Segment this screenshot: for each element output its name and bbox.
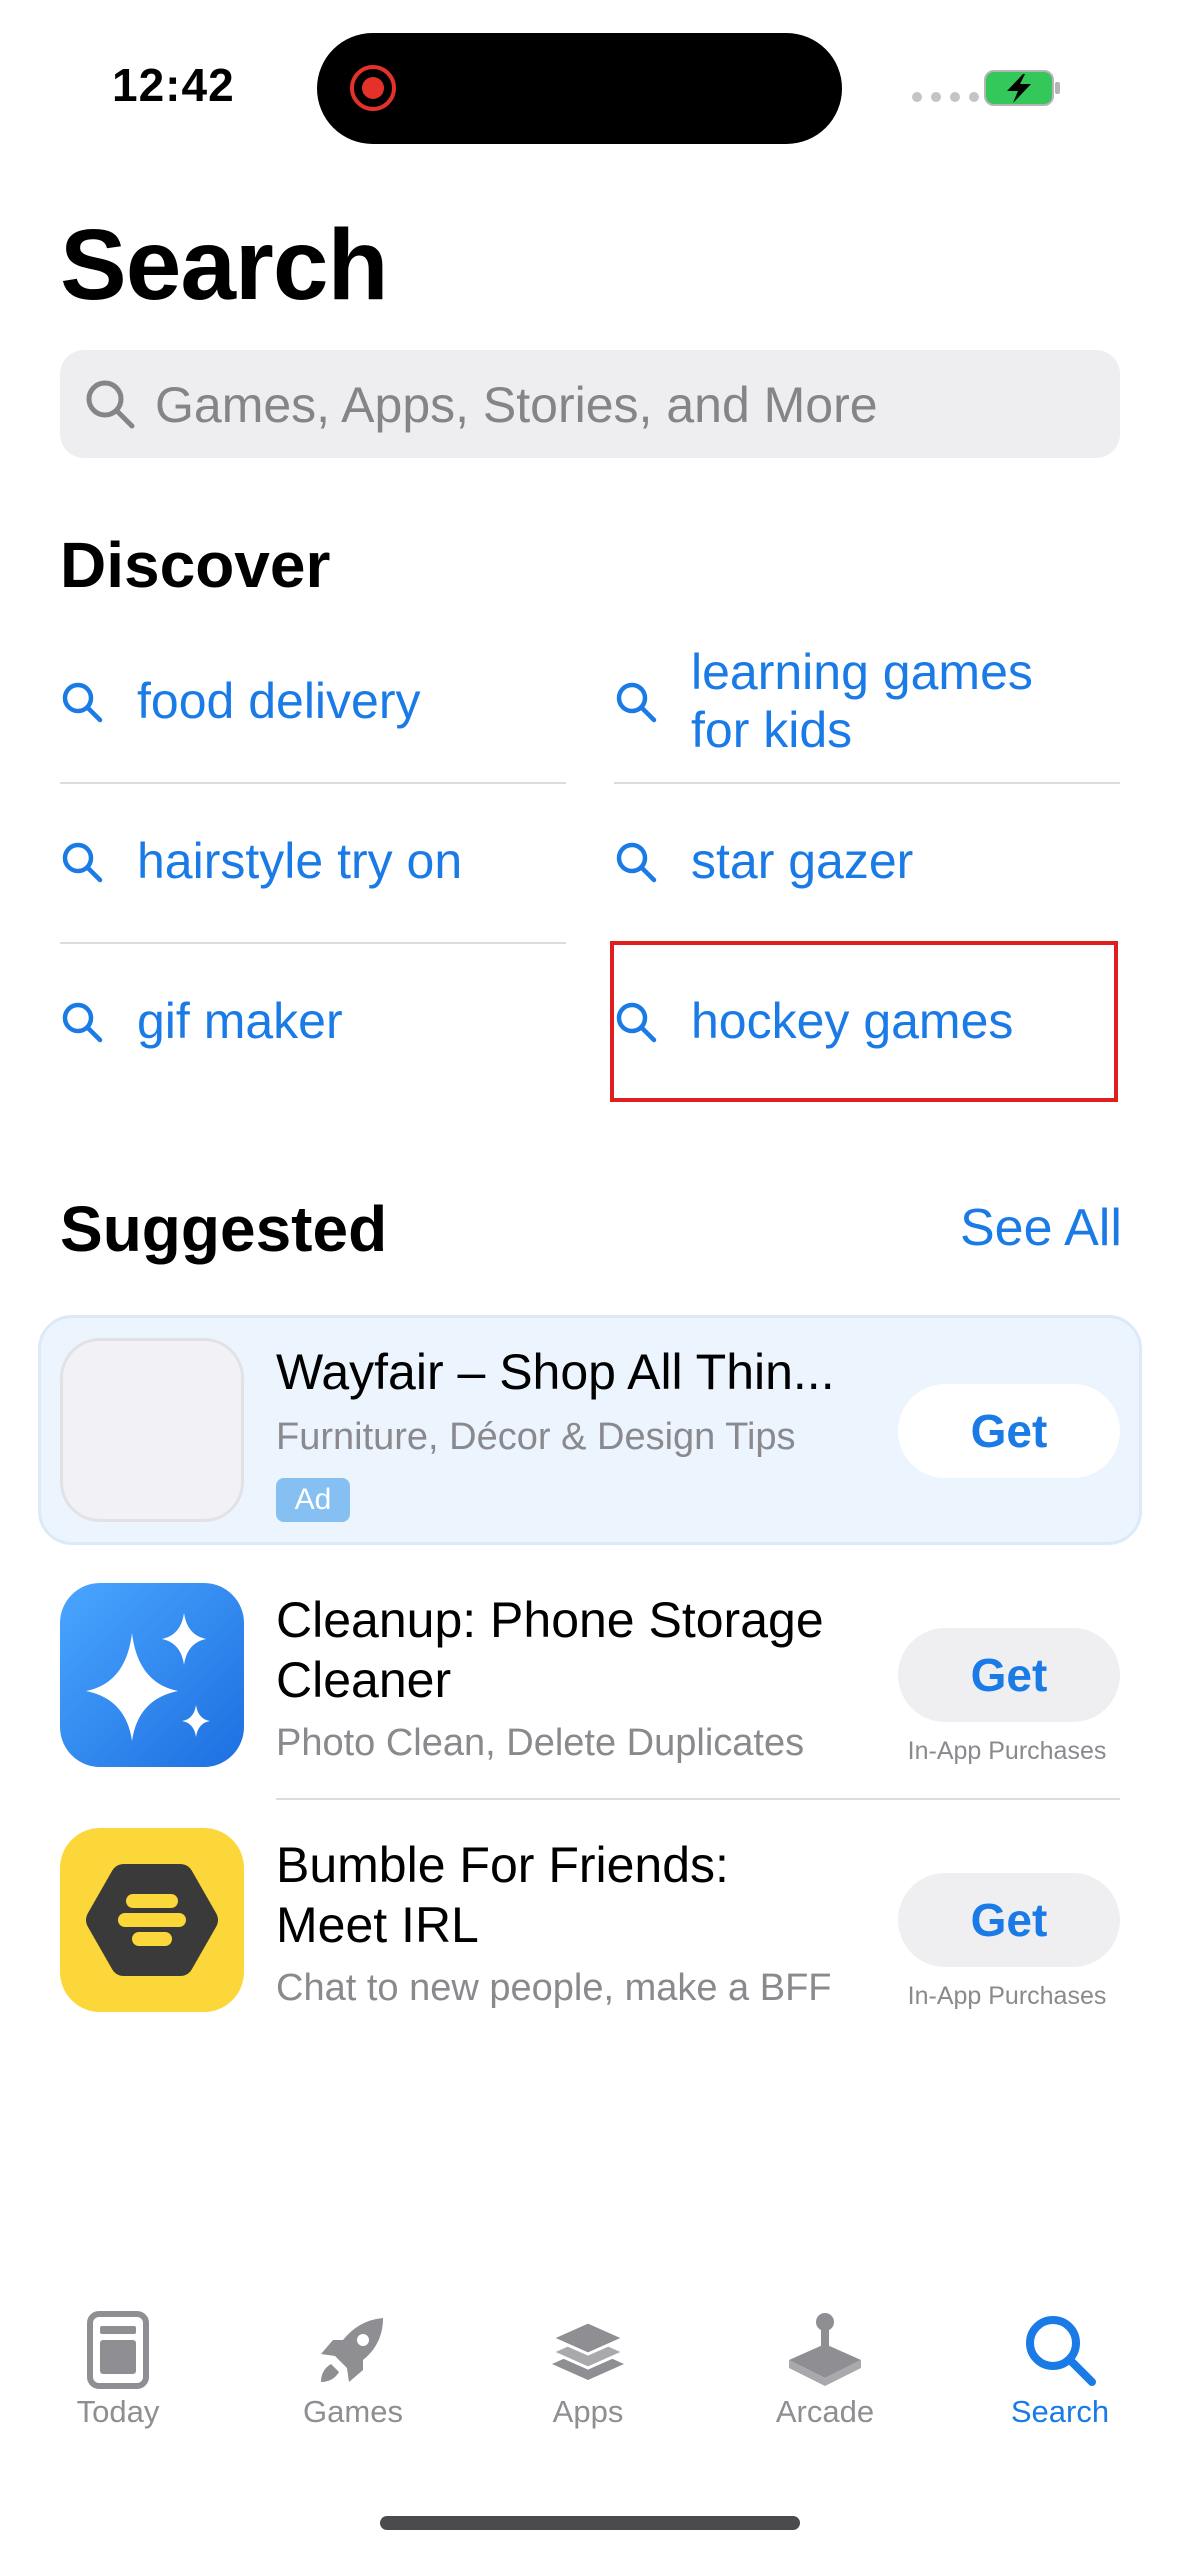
discover-item-label: gif maker [137, 993, 343, 1049]
tab-arcade[interactable]: Arcade [725, 2310, 925, 2430]
page-title: Search [60, 209, 389, 321]
discover-item-learning-games[interactable]: learning games for kids [614, 628, 1120, 783]
battery-charging-icon [984, 70, 1060, 106]
tab-search[interactable]: Search [960, 2310, 1160, 2430]
divider [60, 782, 566, 784]
app-name: Bumble For Friends: Meet IRL [276, 1837, 729, 1953]
discover-item-label: food delivery [137, 673, 421, 729]
search-icon [1026, 2316, 1096, 2386]
divider [276, 1798, 1120, 1800]
cleanup-app-icon[interactable] [60, 1583, 244, 1767]
suggested-heading: Suggested [60, 1193, 388, 1265]
discover-item-gif-maker[interactable]: gif maker [60, 948, 565, 1103]
divider [60, 942, 566, 944]
app-name: Wayfair – Shop All Thin... [276, 1344, 835, 1400]
highlight-box [610, 941, 1118, 1102]
tab-apps[interactable]: Apps [488, 2310, 688, 2430]
discover-item-hairstyle[interactable]: hairstyle try on [60, 788, 565, 943]
wayfair-app-icon[interactable] [60, 1338, 244, 1522]
search-icon [62, 682, 103, 723]
home-indicator[interactable] [380, 2516, 800, 2530]
tab-label: Arcade [775, 2394, 875, 2429]
app-subtitle: Photo Clean, Delete Duplicates [276, 1722, 805, 1764]
sparkle-icon [86, 1613, 210, 1741]
recording-icon [350, 65, 396, 111]
search-icon [616, 682, 657, 723]
rocket-icon [321, 2318, 383, 2382]
app-subtitle: Furniture, Décor & Design Tips [276, 1416, 796, 1458]
bumble-app-icon[interactable] [60, 1828, 244, 2012]
ad-badge: Ad [276, 1478, 350, 1522]
today-icon [87, 2311, 149, 2389]
search-placeholder: Games, Apps, Stories, and More [155, 377, 878, 433]
signal-icon [912, 92, 979, 102]
tab-label: Games [303, 2394, 403, 2429]
search-icon [62, 842, 103, 883]
in-app-purchases-note: In-App Purchases [907, 1982, 1107, 2010]
tab-today[interactable]: Today [18, 2310, 218, 2430]
get-button[interactable]: Get [898, 1628, 1120, 1722]
divider [614, 782, 1120, 784]
app-subtitle: Chat to new people, make a BFF [276, 1967, 832, 2009]
discover-item-food-delivery[interactable]: food delivery [60, 628, 565, 783]
search-icon [616, 842, 657, 883]
discover-item-star-gazer[interactable]: star gazer [614, 788, 1120, 943]
get-button[interactable]: Get [898, 1873, 1120, 1967]
search-icon [86, 380, 135, 429]
layers-icon [548, 2320, 628, 2380]
hexagon-logo-icon [86, 1864, 218, 1976]
discover-item-label: star gazer [691, 833, 914, 889]
discover-heading: Discover [60, 529, 331, 601]
tab-games[interactable]: Games [253, 2310, 453, 2430]
get-button[interactable]: Get [898, 1384, 1120, 1478]
search-input[interactable]: Games, Apps, Stories, and More [60, 350, 1120, 458]
see-all-link[interactable]: See All [960, 1198, 1122, 1258]
in-app-purchases-note: In-App Purchases [907, 1737, 1107, 1765]
tab-label: Apps [552, 2394, 624, 2429]
joystick-icon [789, 2313, 861, 2386]
tab-label: Today [76, 2394, 160, 2429]
search-icon [62, 1002, 103, 1043]
status-time: 12:42 [112, 59, 235, 111]
tab-label: Search [1010, 2394, 1110, 2429]
discover-item-label: learning games for kids [691, 644, 1033, 758]
discover-item-label: hairstyle try on [137, 833, 463, 889]
app-name: Cleanup: Phone Storage Cleaner [276, 1592, 824, 1708]
